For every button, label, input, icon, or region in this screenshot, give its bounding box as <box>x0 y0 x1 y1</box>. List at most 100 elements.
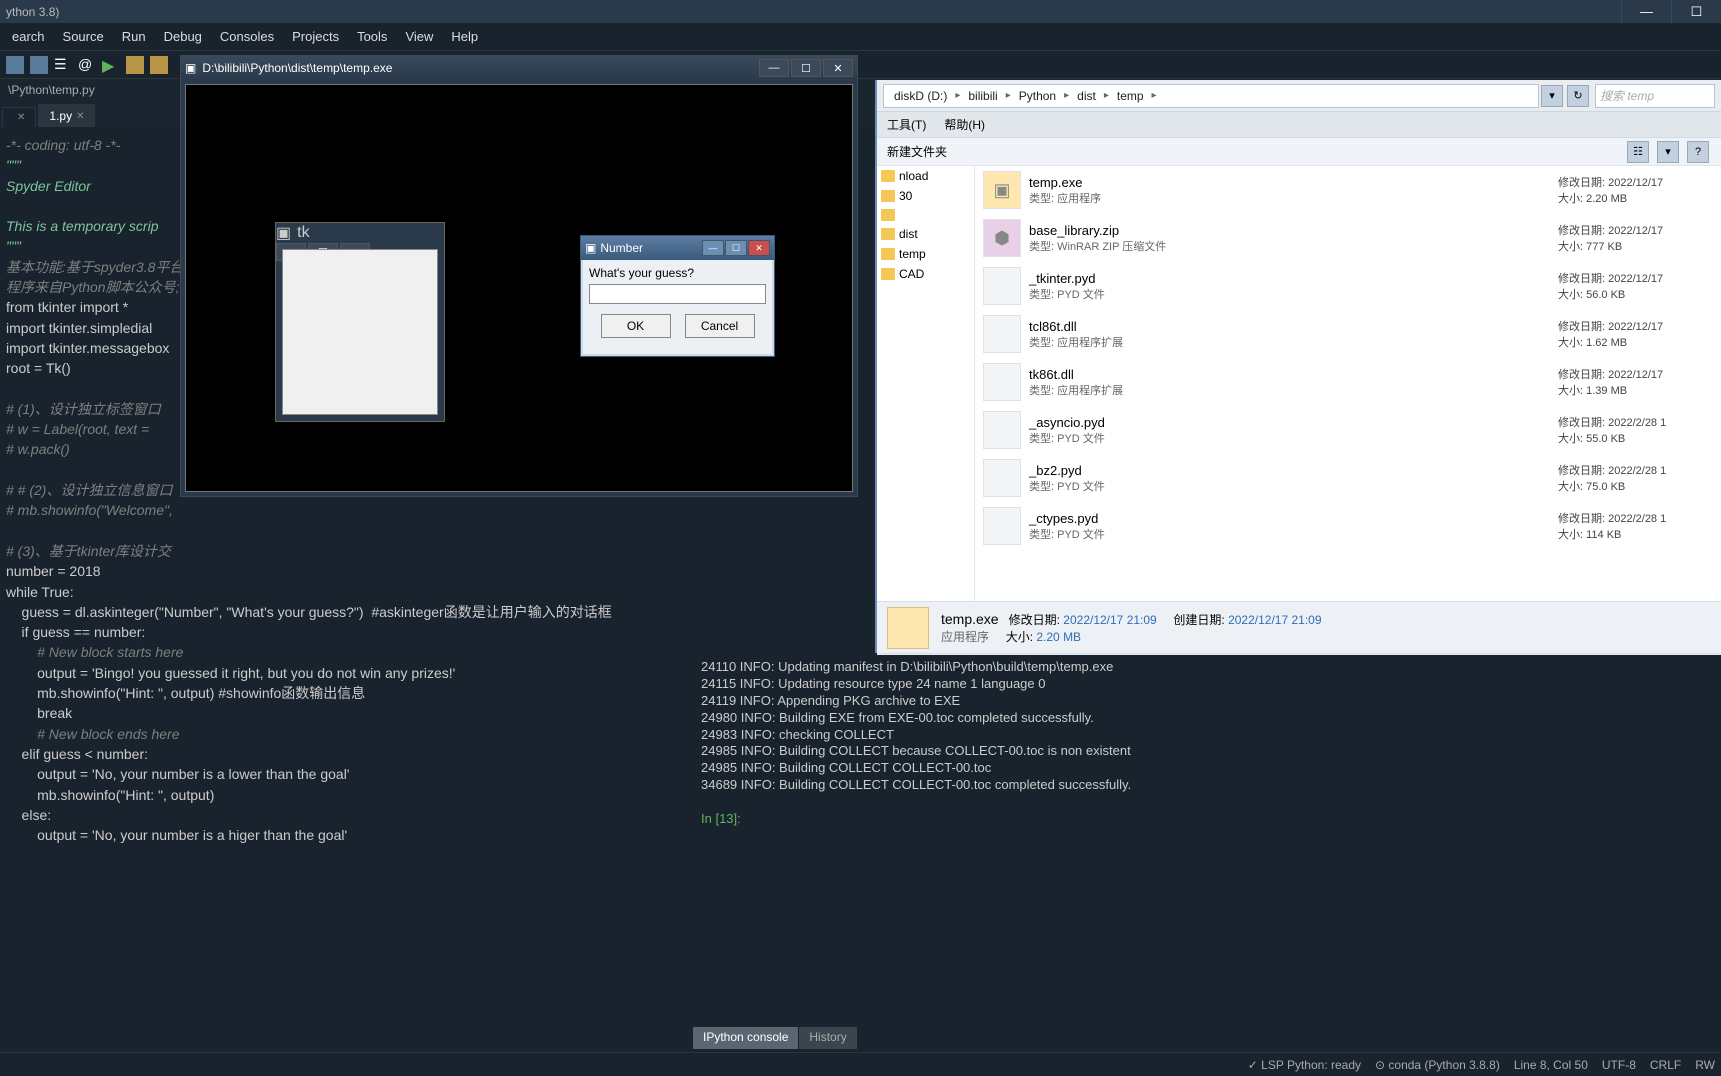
detail-mod: 2022/12/17 21:09 <box>1063 613 1156 627</box>
console-tab[interactable]: History <box>799 1027 857 1049</box>
file-name: _asyncio.pyd <box>1029 415 1558 430</box>
new-folder-button[interactable]: 新建文件夹 <box>887 143 947 160</box>
explorer-menu-item[interactable]: 工具(T) <box>887 116 926 133</box>
view-dropdown-icon[interactable]: ▾ <box>1657 141 1679 163</box>
breadcrumb[interactable]: diskD (D:)▸bilibili▸Python▸dist▸temp▸ <box>883 84 1539 108</box>
encoding[interactable]: UTF-8 <box>1602 1058 1636 1072</box>
at-icon[interactable]: @ <box>78 56 96 74</box>
menu-earch[interactable]: earch <box>4 25 53 48</box>
maximize-button[interactable]: ☐ <box>1671 0 1721 23</box>
menubar: earchSourceRunDebugConsolesProjectsTools… <box>0 23 1721 51</box>
file-type: 类型: PYD 文件 <box>1029 526 1558 542</box>
file-icon: ⬢ <box>983 219 1021 257</box>
editor-tab[interactable]: 1.py✕ <box>38 104 95 127</box>
dialog-title: Number <box>600 241 643 255</box>
cursor-position: Line 8, Col 50 <box>1514 1058 1588 1072</box>
tk-window[interactable]: ▣tk — ☐ ✕ <box>275 222 445 422</box>
detail-type: 应用程序 <box>941 630 989 644</box>
refresh-icon[interactable]: ↻ <box>1567 85 1589 107</box>
ok-button[interactable]: OK <box>601 314 671 338</box>
window-controls: — ☐ <box>1621 0 1721 23</box>
menu-debug[interactable]: Debug <box>156 25 210 48</box>
cancel-button[interactable]: Cancel <box>685 314 755 338</box>
cell-step-icon[interactable] <box>150 56 168 74</box>
tree-item[interactable]: temp <box>877 244 974 264</box>
detail-name: temp.exe <box>941 611 999 627</box>
view-options-icon[interactable]: ☷ <box>1627 141 1649 163</box>
file-row[interactable]: _asyncio.pyd类型: PYD 文件修改日期: 2022/2/28 1大… <box>975 406 1721 454</box>
tree-item[interactable]: CAD <box>877 264 974 284</box>
minimize-button[interactable]: — <box>702 240 724 256</box>
file-path: \Python\temp.py <box>8 83 95 97</box>
close-button[interactable]: ✕ <box>748 240 770 256</box>
tree-item[interactable]: nload <box>877 166 974 186</box>
file-size: 大小: 2.20 MB <box>1558 190 1713 206</box>
open-file-icon[interactable] <box>30 56 48 74</box>
detail-size: 2.20 MB <box>1036 630 1081 644</box>
file-list[interactable]: ▣temp.exe类型: 应用程序修改日期: 2022/12/17大小: 2.2… <box>975 166 1721 601</box>
explorer-menu-item[interactable]: 帮助(H) <box>944 116 985 133</box>
new-file-icon[interactable] <box>6 56 24 74</box>
file-name: _ctypes.pyd <box>1029 511 1558 526</box>
guess-input[interactable] <box>589 284 766 304</box>
menu-help[interactable]: Help <box>443 25 486 48</box>
file-size: 大小: 777 KB <box>1558 238 1713 254</box>
file-icon <box>983 411 1021 449</box>
file-name: temp.exe <box>1029 175 1558 190</box>
crumb[interactable]: dist <box>1071 89 1102 103</box>
minimize-button[interactable]: — <box>1621 0 1671 23</box>
dialog-titlebar[interactable]: ▣Number — ☐ ✕ <box>581 236 774 260</box>
console-tab[interactable]: IPython console <box>693 1027 799 1049</box>
close-icon[interactable]: ✕ <box>17 112 25 123</box>
file-row[interactable]: _bz2.pyd类型: PYD 文件修改日期: 2022/2/28 1大小: 7… <box>975 454 1721 502</box>
help-icon[interactable]: ? <box>1687 141 1709 163</box>
file-name: base_library.zip <box>1029 223 1558 238</box>
list-icon[interactable]: ☰ <box>54 56 72 74</box>
detail-create-label: 创建日期: <box>1173 613 1224 627</box>
menu-consoles[interactable]: Consoles <box>212 25 282 48</box>
crumb[interactable]: temp <box>1111 89 1150 103</box>
crumb[interactable]: bilibili <box>962 89 1003 103</box>
file-name: tcl86t.dll <box>1029 319 1558 334</box>
file-row[interactable]: ▣temp.exe类型: 应用程序修改日期: 2022/12/17大小: 2.2… <box>975 166 1721 214</box>
menu-run[interactable]: Run <box>114 25 154 48</box>
tk-titlebar[interactable]: ▣tk — ☐ ✕ <box>276 223 444 245</box>
menu-view[interactable]: View <box>397 25 441 48</box>
tree-item[interactable]: dist <box>877 224 974 244</box>
file-row[interactable]: _ctypes.pyd类型: PYD 文件修改日期: 2022/2/28 1大小… <box>975 502 1721 550</box>
tk-icon: ▣ <box>276 223 291 243</box>
crumb[interactable]: Python <box>1013 89 1062 103</box>
menu-projects[interactable]: Projects <box>284 25 347 48</box>
file-row[interactable]: _tkinter.pyd类型: PYD 文件修改日期: 2022/12/17大小… <box>975 262 1721 310</box>
menu-source[interactable]: Source <box>55 25 112 48</box>
file-icon <box>983 315 1021 353</box>
maximize-button[interactable]: ☐ <box>791 59 821 77</box>
tree-item[interactable] <box>877 206 974 224</box>
minimize-button[interactable]: — <box>759 59 789 77</box>
close-icon[interactable]: ✕ <box>76 111 84 122</box>
lsp-status[interactable]: ✓ LSP Python: ready <box>1248 1058 1361 1072</box>
file-row[interactable]: ⬢base_library.zip类型: WinRAR ZIP 压缩文件修改日期… <box>975 214 1721 262</box>
file-date: 修改日期: 2022/2/28 1 <box>1558 414 1713 430</box>
file-date: 修改日期: 2022/12/17 <box>1558 174 1713 190</box>
line-ending[interactable]: CRLF <box>1650 1058 1681 1072</box>
dropdown-icon[interactable]: ▾ <box>1541 85 1563 107</box>
file-row[interactable]: tcl86t.dll类型: 应用程序扩展修改日期: 2022/12/17大小: … <box>975 310 1721 358</box>
menu-tools[interactable]: Tools <box>349 25 395 48</box>
run-icon[interactable]: ▶ <box>102 56 120 74</box>
cell-run-icon[interactable] <box>126 56 144 74</box>
editor-tab[interactable]: ✕ <box>2 107 36 127</box>
console-titlebar[interactable]: ▣D:\bilibili\Python\dist\temp\temp.exe —… <box>181 56 857 80</box>
crumb[interactable]: diskD (D:) <box>888 89 953 103</box>
ipython-console[interactable]: 24110 INFO: Updating manifest in D:\bili… <box>693 655 1721 840</box>
tree-item[interactable]: 30 <box>877 186 974 206</box>
file-row[interactable]: tk86t.dll类型: 应用程序扩展修改日期: 2022/12/17大小: 1… <box>975 358 1721 406</box>
close-button[interactable]: ✕ <box>823 59 853 77</box>
conda-env[interactable]: ⊙ conda (Python 3.8.8) <box>1375 1058 1500 1072</box>
folder-tree[interactable]: nload30 disttempCAD <box>877 166 975 601</box>
maximize-button[interactable]: ☐ <box>725 240 747 256</box>
file-explorer-window[interactable]: diskD (D:)▸bilibili▸Python▸dist▸temp▸ ▾ … <box>875 80 1721 653</box>
file-mode: RW <box>1695 1058 1715 1072</box>
search-input[interactable] <box>1595 84 1715 108</box>
number-dialog[interactable]: ▣Number — ☐ ✕ What's your guess? OK Canc… <box>580 235 775 357</box>
